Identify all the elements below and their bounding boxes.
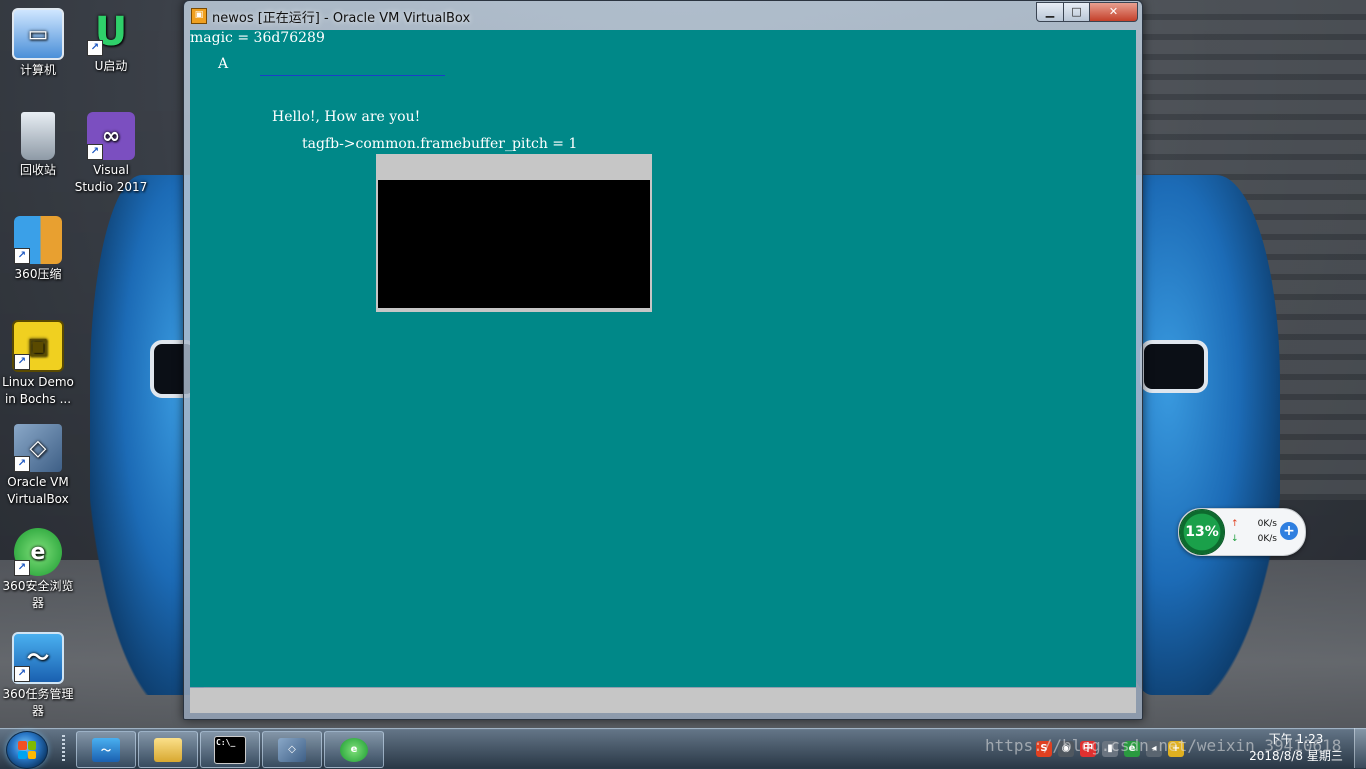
desktop-icon-360-task-manager[interactable]: 〜 ↗ 360任务管理器	[0, 632, 76, 720]
download-speed: ↓ 0K/s	[1231, 534, 1277, 544]
network-speed-widget[interactable]: 13% ↑ 0K/s ↓ 0K/s +	[1178, 508, 1306, 556]
u-startup-icon: U ↗	[87, 8, 135, 56]
virtualbox-icon: ◇ ↗	[14, 424, 62, 472]
desktop-icon-label: Oracle VM VirtualBox	[7, 475, 69, 506]
taskbar-grip[interactable]	[62, 735, 65, 763]
wallpaper-car-right	[1120, 175, 1280, 695]
360-task-manager-icon: 〜 ↗	[12, 632, 64, 684]
taskbar-button-virtualbox[interactable]: ◇	[262, 731, 322, 768]
upload-arrow-icon: ↑	[1231, 519, 1239, 529]
upload-speed: ↑ 0K/s	[1231, 519, 1277, 529]
360-browser-icon: e ↗	[14, 528, 62, 576]
vm-gui-window	[376, 154, 652, 312]
shortcut-arrow-icon: ↗	[14, 666, 30, 682]
taskbar-button-360-task-manager[interactable]: 〜	[76, 731, 136, 768]
wallpaper-headlight-right	[1140, 340, 1208, 393]
desktop-icon-u-startup[interactable]: U ↗ U启动	[73, 8, 149, 75]
taskbar-clock[interactable]: 下午 1:23 2018/8/8 星期三	[1240, 731, 1352, 765]
clock-time: 下午 1:23	[1268, 732, 1324, 746]
desktop-icon-bochs[interactable]: ▣ ↗ Linux Demo in Bochs ...	[0, 320, 76, 408]
download-arrow-icon: ↓	[1231, 534, 1239, 544]
desktop-icon-recycle-bin[interactable]: 回收站	[0, 112, 76, 179]
close-button[interactable]: ✕	[1089, 2, 1138, 22]
computer-icon: ▭	[12, 8, 64, 60]
virtualbox-app-icon[interactable]: ▣	[191, 8, 207, 24]
vm-statusbar	[190, 688, 1136, 713]
desktop-icon-360-browser[interactable]: e ↗ 360安全浏览器	[0, 528, 76, 612]
memory-usage-indicator[interactable]: 13%	[1179, 509, 1225, 555]
recycle-bin-icon	[21, 112, 55, 160]
desktop-icon-label: 360压缩	[14, 267, 62, 281]
vm-text-letter: A	[218, 56, 229, 72]
taskbar-button-360-browser[interactable]: e	[324, 731, 384, 768]
desktop-icon-visual-studio[interactable]: ∞ ↗ Visual Studio 2017	[73, 112, 149, 196]
vm-blue-line	[260, 75, 445, 76]
vm-text-hello: Hello!, How are you!	[272, 109, 421, 125]
virtualbox-window: ▣ newos [正在运行] - Oracle VM VirtualBox ▁ …	[183, 0, 1143, 720]
360-task-manager-icon: 〜	[92, 737, 120, 762]
show-desktop-button[interactable]	[1354, 728, 1366, 768]
desktop-icon-label: U启动	[94, 59, 128, 73]
taskbar-button-file-explorer[interactable]	[138, 731, 198, 768]
maximize-button[interactable]: □	[1063, 2, 1090, 22]
download-speed-value: 0K/s	[1257, 534, 1277, 544]
360-browser-icon: e	[340, 737, 368, 762]
desktop-icon-label: 计算机	[19, 63, 56, 77]
cmd-icon: C:\_	[214, 735, 246, 764]
minimize-button[interactable]: ▁	[1036, 2, 1064, 22]
vm-display[interactable]: magic = 36d76289 A Hello!, How are you! …	[190, 30, 1136, 687]
shortcut-arrow-icon: ↗	[14, 560, 30, 576]
desktop-icon-label: 回收站	[19, 163, 56, 177]
shortcut-arrow-icon: ↗	[14, 248, 30, 264]
desktop-icon-360-zip[interactable]: ↗ 360压缩	[0, 216, 76, 283]
folder-icon	[154, 737, 182, 762]
window-title: newos [正在运行] - Oracle VM VirtualBox	[212, 11, 471, 26]
desktop-icon-label: Visual Studio 2017	[74, 163, 148, 194]
shortcut-arrow-icon: ↗	[14, 354, 30, 370]
desktop-icon-label: Linux Demo in Bochs ...	[2, 375, 74, 406]
virtualbox-icon: ◇	[278, 737, 306, 762]
shortcut-arrow-icon: ↗	[14, 456, 30, 472]
vm-gui-window-body	[378, 180, 650, 308]
window-titlebar[interactable]: ▣ newos [正在运行] - Oracle VM VirtualBox ▁ …	[184, 1, 1142, 29]
desktop-icon-computer[interactable]: ▭ 计算机	[0, 8, 76, 79]
vm-text-magic: magic = 36d76289	[190, 30, 325, 46]
taskbar-button-command-prompt[interactable]: C:\_	[200, 731, 260, 768]
shortcut-arrow-icon: ↗	[87, 40, 103, 56]
desktop-icon-virtualbox[interactable]: ◇ ↗ Oracle VM VirtualBox	[0, 424, 76, 508]
vm-text-pitch: tagfb->common.framebuffer_pitch = 1	[302, 136, 578, 152]
start-button[interactable]	[6, 731, 48, 769]
upload-speed-value: 0K/s	[1257, 519, 1277, 529]
desktop-icon-label: 360安全浏览器	[2, 579, 74, 610]
desktop-icon-label: 360任务管理器	[2, 687, 74, 718]
shortcut-arrow-icon: ↗	[87, 144, 103, 160]
windows-logo-icon	[18, 741, 36, 759]
clock-date: 2018/8/8 星期三	[1249, 749, 1343, 763]
expand-plus-icon[interactable]: +	[1280, 522, 1298, 540]
bochs-icon: ▣ ↗	[12, 320, 64, 372]
360-zip-icon: ↗	[14, 216, 62, 264]
visual-studio-icon: ∞ ↗	[87, 112, 135, 160]
